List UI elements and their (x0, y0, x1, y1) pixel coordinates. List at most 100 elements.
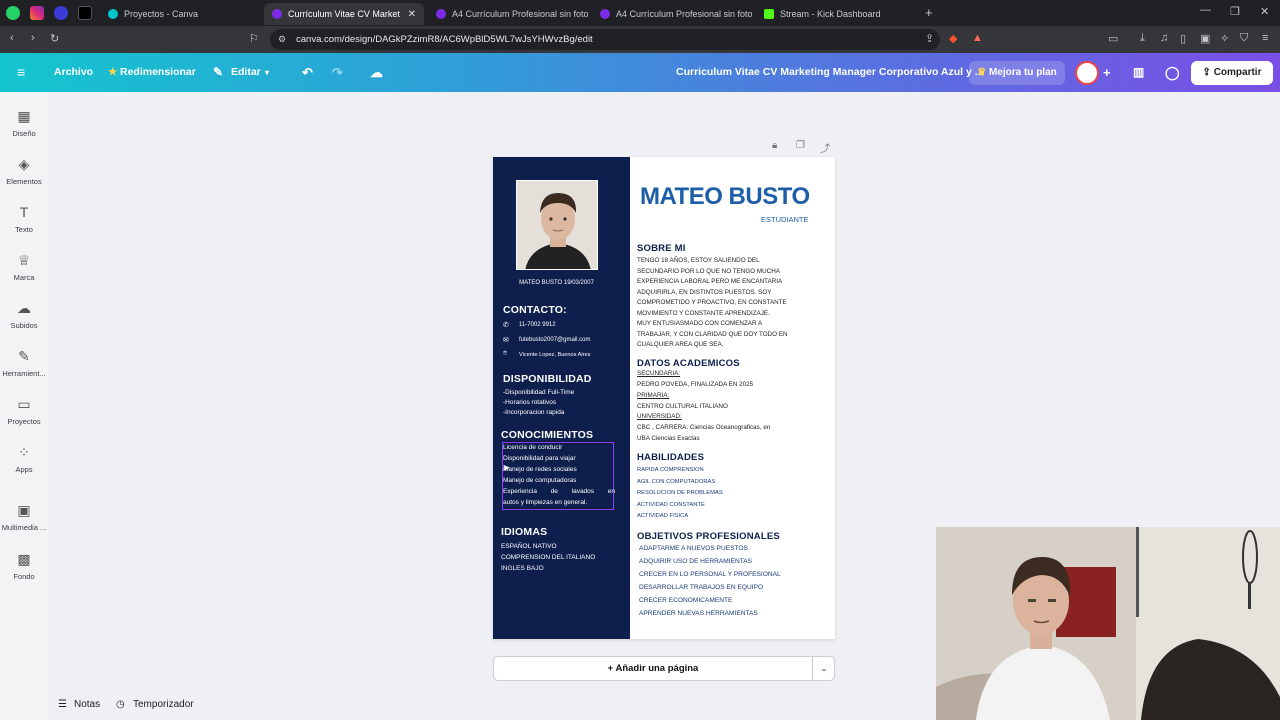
knowledge-item[interactable]: autos y limpiezas en general. (503, 497, 587, 508)
minimize-icon[interactable]: — (1200, 4, 1211, 16)
language-item[interactable]: COMPRENSION DEL ITALIANO (501, 552, 595, 563)
tiktok-tab-icon[interactable] (78, 6, 92, 20)
add-page-icon[interactable]: ⤴ (820, 140, 830, 155)
cloud-save-icon[interactable]: ☁ (370, 53, 383, 92)
contact-title[interactable]: CONTACTO: (503, 304, 567, 316)
cv-name[interactable]: MATEO BUSTO (640, 183, 810, 211)
new-tab-icon[interactable]: + (925, 5, 933, 20)
tab-a4-1[interactable]: A4 Currículum Profesional sin foto M (428, 3, 588, 25)
academic-title[interactable]: DATOS ACADEMICOS (637, 358, 740, 369)
cv-page[interactable]: MATEO BUSTO 19/03/2007 CONTACTO: ✆ 11-70… (493, 157, 835, 639)
about-line[interactable]: COMPROMETIDO Y PROACTIVO, EN CONSTANTE (637, 299, 787, 306)
sidebar-item-multimedia[interactable]: ▣ Multimedia ... (0, 501, 48, 532)
skill-item[interactable]: AGIL CON COMPUTADORAS (637, 479, 715, 485)
forward-icon[interactable]: › (31, 32, 35, 44)
download-icon[interactable]: ⤓ (1140, 32, 1145, 45)
maximize-icon[interactable]: ❐ (1230, 5, 1240, 18)
availability-title[interactable]: DISPONIBILIDAD (503, 373, 592, 385)
about-line[interactable]: TRABAJAR, Y CON CLARIDAD QUE DOY TODO EN (637, 331, 788, 338)
cv-role[interactable]: ESTUDIANTE (761, 215, 809, 224)
upgrade-button[interactable]: ♛ Mejora tu plan (969, 61, 1065, 85)
sidebar-item-fondo[interactable]: ▩ Fondo (0, 550, 48, 581)
brave-rewards-icon[interactable]: ▲ (972, 32, 983, 44)
sidebar-item-diseno[interactable]: ▦ Diseño (0, 107, 48, 138)
knowledge-title[interactable]: CONOCIMIENTOS (501, 429, 593, 441)
objective-item[interactable]: ADAPTARME A NUEVOS PUESTOS (639, 545, 748, 552)
sidebar-item-elementos[interactable]: ◈ Elementos (0, 155, 48, 186)
close-tab-icon[interactable]: ✕ (408, 9, 416, 20)
sidebar-item-proyectos[interactable]: ▭ Proyectos (0, 395, 48, 426)
tab-proyectos[interactable]: Proyectos - Canva (100, 3, 260, 25)
lock-icon[interactable]: 🔒︎ (772, 140, 777, 151)
sidebar-item-texto[interactable]: T Texto (0, 203, 48, 234)
edit-menu[interactable]: Editar (231, 53, 261, 92)
sidebar-toggle-icon[interactable]: ▭ (1108, 32, 1118, 45)
language-item[interactable]: ESPAÑOL NATIVO (501, 541, 557, 552)
about-line[interactable]: MOVIMIENTO Y CONSTANTE APRENDIZAJE. (637, 310, 770, 317)
url-input[interactable]: ⚙ canva.com/design/DAGkPZzimR8/AC6WpBlD5… (270, 29, 940, 50)
undo-icon[interactable]: ↶ (302, 53, 313, 92)
redo-icon[interactable]: ↷ (332, 53, 343, 92)
share-button[interactable]: ⇪ Compartir (1191, 61, 1273, 85)
vpn-icon[interactable]: ⛉ (1240, 32, 1248, 45)
contact-location[interactable]: Vicente Lopez, Buenos Aires (519, 352, 590, 358)
academic-line[interactable]: SECUNDARIA: (637, 370, 680, 377)
sidebar-item-herramientas[interactable]: ✎ Herramient... (0, 347, 48, 378)
knowledge-item[interactable]: Disponibilidad para viajar (503, 453, 576, 464)
add-page-button[interactable]: + Añadir una página ⌄ (493, 656, 835, 681)
knowledge-item[interactable]: Experiencia de lavados en (503, 486, 615, 497)
hamburger-menu-icon[interactable]: ≡ (17, 53, 25, 92)
ai-icon[interactable]: ✧ (1220, 32, 1229, 45)
tab-kick[interactable]: Stream - Kick Dashboard (756, 3, 916, 25)
knowledge-item[interactable]: Licencia de conducir (503, 442, 562, 453)
music-icon[interactable]: ♫ (1160, 32, 1168, 44)
sidebar-item-apps[interactable]: ⁘ Apps (0, 443, 48, 474)
profile-photo[interactable] (516, 180, 598, 270)
about-title[interactable]: SOBRE MI (637, 243, 686, 254)
objective-item[interactable]: ADQUIRIR USO DE HERRAMIENTAS (639, 558, 752, 565)
contact-phone[interactable]: 11-7002 9912 (519, 322, 556, 328)
academic-line[interactable]: CBC , CARRERA: Ciencias Oceanograficas, … (637, 424, 770, 431)
chevron-down-icon[interactable]: ▾ (265, 53, 269, 92)
reload-icon[interactable]: ↻ (50, 32, 59, 45)
tab-a4-2[interactable]: A4 Currículum Profesional sin foto M (592, 3, 752, 25)
share-page-icon[interactable]: ⇪ (925, 32, 934, 45)
skills-title[interactable]: HABILIDADES (637, 452, 704, 463)
contact-email[interactable]: futebusto2007@gmail.com (519, 337, 590, 343)
knowledge-item[interactable]: Manejo de computadoras (503, 475, 576, 486)
about-line[interactable]: CUALQUIER AREA QUE SEA. (637, 341, 723, 348)
wallet-icon[interactable]: ▣ (1200, 32, 1210, 45)
site-info-icon[interactable]: ⚙ (278, 29, 286, 50)
comment-icon[interactable]: ◯ (1165, 53, 1180, 92)
duplicate-icon[interactable]: ❐ (796, 140, 805, 151)
objective-item[interactable]: CRECER ECONOMICAMENTE (639, 597, 732, 604)
skill-item[interactable]: RAPIDA COMPRENSION (637, 467, 704, 473)
back-icon[interactable]: ‹ (10, 32, 14, 44)
skill-item[interactable]: ACTIVIDAD FISICA (637, 513, 688, 519)
about-line[interactable]: ADQUIRIRLA, EN DISTINTOS PUESTOS. SOY (637, 289, 771, 296)
sidebar-item-subidos[interactable]: ☁ Subidos (0, 299, 48, 330)
availability-item[interactable]: -Incorporacion rapida (503, 407, 564, 418)
notes-button[interactable]: Notas (74, 694, 100, 716)
academic-line[interactable]: CENTRO CULTURAL ITALIANO (637, 403, 728, 410)
instagram-tab-icon[interactable] (30, 6, 44, 20)
academic-line[interactable]: UNIVERSIDAD: (637, 413, 682, 420)
panel-icon[interactable]: ▯ (1180, 32, 1186, 45)
skill-item[interactable]: RESOLUCION DE PROBLEMAS (637, 490, 723, 496)
menu-icon[interactable]: ≡ (1262, 32, 1268, 44)
brave-shield-icon[interactable]: ◆ (949, 32, 957, 45)
language-item[interactable]: INGLES BAJO (501, 563, 544, 574)
resize-button[interactable]: Redimensionar (120, 53, 196, 92)
about-line[interactable]: EXPERIENCIA LABORAL PERO ME ENCANTARIA (637, 278, 782, 285)
insights-icon[interactable]: ▥ (1133, 53, 1144, 92)
archivo-menu[interactable]: Archivo (54, 53, 93, 92)
add-collaborator-icon[interactable]: + (1103, 53, 1111, 92)
avatar[interactable] (1075, 61, 1099, 85)
sidebar-item-marca[interactable]: ♕ Marca (0, 251, 48, 282)
knowledge-item[interactable]: Manejo de redes sociales (503, 464, 577, 475)
tab-curriculum-active[interactable]: Currículum Vitae CV Marketing M ✕ (264, 3, 424, 25)
about-line[interactable]: SECUNDARIO POR LO QUE NO TENGO MUCHA (637, 268, 780, 275)
photo-caption[interactable]: MATEO BUSTO 19/03/2007 (493, 278, 620, 289)
chevron-down-icon[interactable]: ⌄ (814, 657, 834, 680)
languages-title[interactable]: IDIOMAS (501, 526, 547, 538)
